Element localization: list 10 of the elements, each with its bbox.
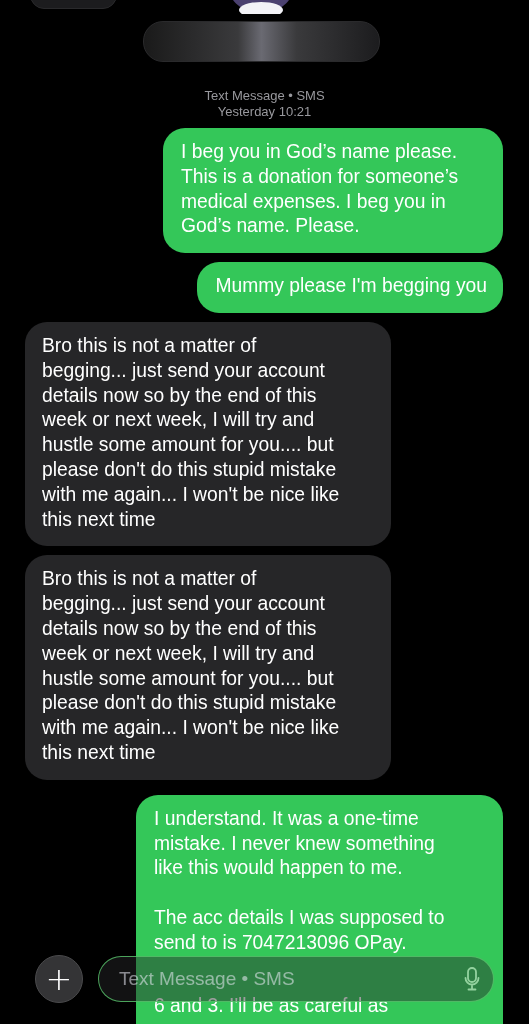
message-text: Bro this is not a matter of begging... just send your account details now so by the end of this week or next week, I will try and hustle some amount for you.... but please don't do this stupid mistake with me again... I won't be nice like this next time (42, 567, 341, 765)
message-text: I beg you in God’s name please. This is a donation for someone’s medical expenses. I beg you in God’s name. Please. (181, 140, 460, 239)
message-text: I understand. It was a one-time mistake. I never knew something like this would happen to me. (154, 806, 436, 881)
timestamp: Yesterday 10:21 (217, 104, 312, 120)
service-label: Text Message • SMS (204, 88, 325, 104)
message-text: Bro this is not a matter of begging... just send your account details now so by the end of this week or next week, I will try and hustle some amount for you.... but please don't do this stupid mistake with me again... I won't be nice like this next time (42, 334, 341, 532)
microphone-icon[interactable] (464, 967, 480, 991)
add-button[interactable]: + (35, 955, 83, 1003)
message-text: The acc details I was supposed to send to is 7047213096 OPay. (154, 905, 446, 955)
message-text: Mummy please I'm begging you (215, 274, 487, 299)
